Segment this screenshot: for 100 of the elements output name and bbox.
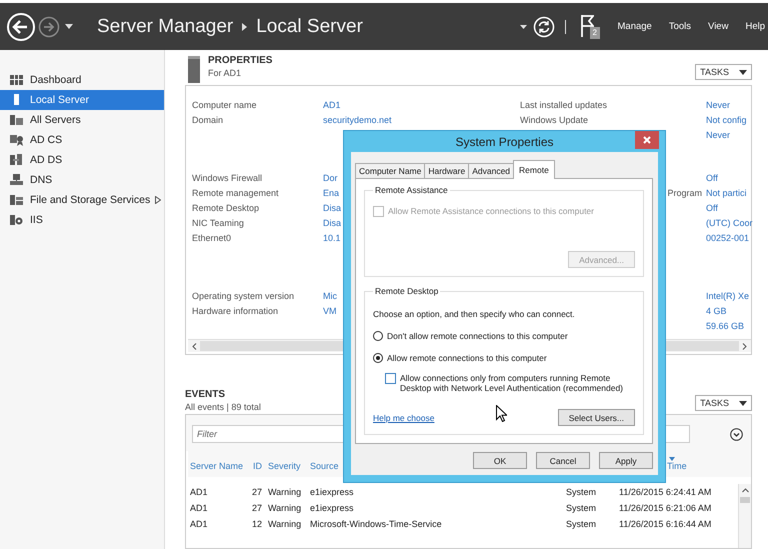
property-value-link[interactable]: 59.66 GB bbox=[706, 320, 744, 330]
dialog-button: Advanced... bbox=[568, 251, 635, 268]
property-label: Operating system version bbox=[192, 290, 294, 300]
dialog-button[interactable]: Cancel bbox=[536, 452, 590, 469]
tasks-dropdown[interactable]: TASKS bbox=[695, 64, 752, 80]
flag-icon[interactable] bbox=[580, 14, 594, 38]
table-cell-text: AD1 bbox=[189, 487, 209, 497]
table-cell-text: e1iexpress bbox=[309, 503, 355, 513]
property-label: Windows Update bbox=[520, 114, 588, 124]
menu-item[interactable]: Tools bbox=[668, 21, 692, 32]
radio-button[interactable] bbox=[373, 331, 383, 341]
column-header[interactable]: Server Name bbox=[188, 451, 246, 477]
instruction-text: Choose an option, and then specify who can connect. bbox=[373, 309, 576, 319]
certificate-server-icon bbox=[10, 134, 23, 146]
property-value-link[interactable]: AD1 bbox=[323, 100, 341, 110]
property-value-link[interactable]: Never bbox=[706, 100, 730, 110]
forward-icon[interactable] bbox=[38, 16, 60, 38]
property-value-link[interactable]: 4 GB bbox=[706, 306, 727, 316]
column-header[interactable]: ID bbox=[246, 451, 266, 477]
property-label: Domain bbox=[192, 114, 224, 124]
property-value-link[interactable]: Never bbox=[706, 130, 730, 140]
property-value-link[interactable]: 00252-001 bbox=[706, 232, 750, 242]
property-label: Program bbox=[667, 188, 703, 198]
menu-item[interactable]: View bbox=[708, 21, 728, 32]
expand-arrow-icon[interactable] bbox=[155, 196, 162, 204]
group-title: Remote Assistance bbox=[374, 185, 449, 195]
property-value-link[interactable]: 10.1 bbox=[323, 232, 341, 242]
back-icon[interactable] bbox=[6, 12, 36, 42]
table-cell-text: AD1 bbox=[189, 503, 209, 513]
sidebar-item[interactable]: DNS bbox=[0, 170, 164, 190]
dialog-title: System Properties bbox=[455, 134, 554, 148]
scrollbar-thumb[interactable] bbox=[740, 497, 750, 503]
property-value-link[interactable]: Intel(R) Xe bbox=[706, 290, 750, 300]
close-icon bbox=[643, 136, 651, 144]
radio-button[interactable] bbox=[373, 353, 383, 363]
scroll-right-icon[interactable] bbox=[742, 342, 747, 350]
property-value-link[interactable]: Mic bbox=[323, 290, 337, 300]
property-label: NIC Teaming bbox=[192, 218, 244, 228]
sidebar-item[interactable]: All Servers bbox=[0, 110, 164, 130]
property-value-link[interactable]: Disa bbox=[323, 202, 342, 212]
dashboard-icon bbox=[10, 74, 23, 86]
close-button[interactable] bbox=[635, 131, 659, 149]
scroll-left-icon[interactable] bbox=[192, 342, 197, 350]
property-value-link[interactable]: Ena bbox=[323, 188, 340, 198]
table-cell-text: 12 bbox=[250, 519, 263, 529]
menu-item[interactable]: Manage bbox=[618, 21, 652, 32]
property-value-link[interactable]: Disa bbox=[323, 218, 342, 228]
column-header[interactable]: Severity bbox=[266, 451, 308, 477]
checkbox-label: Allow Remote Assistance connections to this computer bbox=[388, 206, 594, 216]
property-label: Ethernet0 bbox=[192, 232, 232, 242]
breadcrumb-arrow-icon bbox=[242, 22, 248, 30]
radio-label: Don't allow remote connections to this computer bbox=[387, 331, 568, 341]
property-value-link[interactable]: Off bbox=[706, 172, 718, 182]
tasks-dropdown[interactable]: TASKS bbox=[695, 395, 752, 411]
caret-icon[interactable] bbox=[520, 24, 526, 28]
property-label: Windows Firewall bbox=[192, 172, 262, 182]
vertical-scrollbar[interactable] bbox=[738, 484, 751, 548]
directory-server-icon bbox=[10, 154, 23, 166]
checkbox[interactable] bbox=[385, 373, 396, 384]
table-cell-text: 11/26/2015 6:21:06 AM bbox=[618, 503, 712, 513]
refresh-icon[interactable] bbox=[532, 16, 554, 38]
dialog-button[interactable]: Apply bbox=[599, 452, 653, 469]
sidebar-item[interactable]: AD DS bbox=[0, 150, 164, 170]
property-value-link[interactable]: Dor bbox=[323, 172, 338, 182]
property-label: Computer name bbox=[192, 100, 257, 110]
help-link[interactable]: Help me choose bbox=[373, 412, 434, 422]
sidebar-item[interactable]: AD CS bbox=[0, 130, 164, 150]
scroll-up-icon[interactable] bbox=[742, 488, 748, 493]
table-cell-text: 27 bbox=[250, 487, 263, 497]
dns-server-icon bbox=[10, 174, 23, 186]
sidebar-item[interactable]: IIS bbox=[0, 210, 164, 230]
notification-count: 2 bbox=[590, 26, 600, 38]
tab[interactable]: Remote bbox=[513, 160, 555, 179]
page-title: Server Manager bbox=[97, 16, 234, 38]
caret-icon bbox=[739, 70, 747, 74]
section-subtitle: For AD1 bbox=[208, 67, 242, 80]
sidebar-item[interactable]: Dashboard bbox=[0, 70, 164, 90]
sidebar-item[interactable]: File and Storage Services bbox=[0, 190, 164, 210]
property-value-link[interactable]: VM bbox=[323, 306, 336, 316]
property-value-link[interactable]: Not partici bbox=[706, 188, 747, 198]
menu-item[interactable]: Help bbox=[745, 21, 765, 32]
table-cell-text: Warning bbox=[267, 519, 302, 529]
property-label: Remote management bbox=[192, 188, 279, 198]
property-value-link[interactable]: (UTC) Coor bbox=[706, 218, 752, 228]
property-value-link[interactable]: Off bbox=[706, 202, 718, 212]
table-cell-text: System bbox=[565, 519, 598, 529]
dialog-button[interactable]: Select Users... bbox=[558, 409, 635, 426]
property-label: Remote Desktop bbox=[192, 202, 260, 212]
property-value-link[interactable]: Not config bbox=[706, 114, 747, 124]
property-value-link[interactable]: securitydemo.net bbox=[323, 114, 392, 124]
tab[interactable]: Computer Name bbox=[355, 163, 426, 178]
servers-icon bbox=[10, 114, 23, 126]
checkbox-label: Allow connections only from computers running Remote Desktop with Network Level Authentication (recommended) bbox=[400, 373, 624, 393]
sidebar-item[interactable]: Local Server bbox=[0, 90, 164, 110]
section-subtitle: All events | 89 total bbox=[185, 401, 261, 414]
mouse-cursor-icon bbox=[496, 405, 507, 422]
table-cell-text: System bbox=[565, 487, 598, 497]
caret-icon[interactable] bbox=[65, 24, 73, 29]
dialog-button[interactable]: OK bbox=[473, 452, 527, 469]
expand-icon[interactable] bbox=[730, 428, 743, 440]
